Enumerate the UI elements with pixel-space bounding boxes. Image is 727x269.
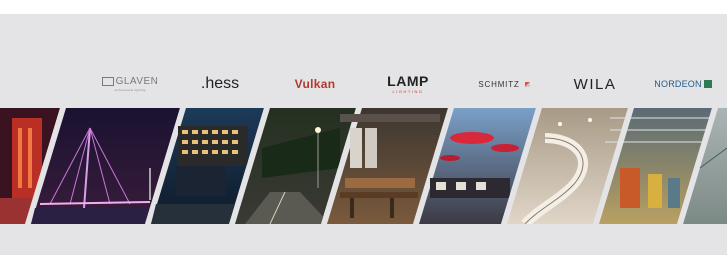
schmitz-mark-icon	[524, 81, 530, 87]
brand-name: Vulkan	[294, 77, 336, 91]
brand-banner: GLAVEN architectural lighting .hess Vulk…	[0, 14, 727, 255]
brand-name: SCHMITZ	[478, 79, 520, 89]
brand-name: NORDEON	[654, 79, 702, 89]
brand-name: WILA	[573, 75, 617, 93]
brand-logo-nordeon[interactable]: NORDEON	[652, 73, 714, 95]
brand-logo-vulkan[interactable]: Vulkan	[292, 73, 338, 95]
brand-logo-hess[interactable]: .hess	[195, 73, 245, 95]
brand-logo-glaven[interactable]: GLAVEN architectural lighting	[100, 73, 160, 95]
brand-tagline: LIGHTING	[392, 89, 424, 94]
brand-logo-lamp[interactable]: LAMP LIGHTING	[383, 73, 433, 95]
brand-tagline: architectural lighting	[114, 88, 146, 92]
brand-logo-wila[interactable]: WILA	[570, 73, 620, 95]
brand-name: .hess	[200, 75, 240, 92]
reference-photo-strip	[0, 108, 727, 224]
glaven-mark-icon	[101, 76, 114, 86]
brand-name: GLAVEN	[115, 76, 159, 87]
nordeon-mark-icon	[703, 80, 712, 88]
brand-logo-schmitz[interactable]: SCHMITZ	[468, 73, 540, 95]
brand-name: LAMP	[387, 73, 429, 89]
